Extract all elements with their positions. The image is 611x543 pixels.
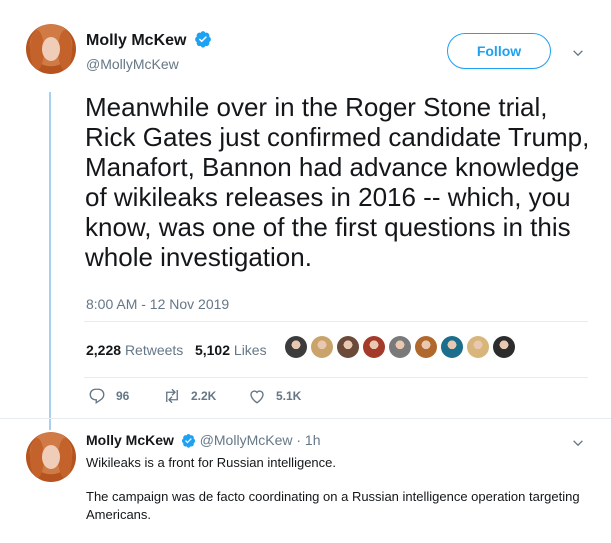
liker-avatar[interactable] bbox=[389, 336, 411, 358]
divider bbox=[84, 321, 588, 322]
liker-avatar[interactable] bbox=[311, 336, 333, 358]
follow-button[interactable]: Follow bbox=[447, 33, 551, 69]
reply-author-avatar[interactable] bbox=[26, 432, 76, 482]
reply-text-line: Wikileaks is a front for Russian intelli… bbox=[86, 455, 336, 470]
engagement-stats: 2,228 Retweets 5,102 Likes bbox=[86, 342, 267, 358]
reply-text-line: The campaign was de facto coordinating o… bbox=[86, 489, 580, 522]
reply-header: Molly McKew @MollyMcKew · 1h bbox=[86, 432, 320, 448]
like-action[interactable]: 5.1K bbox=[248, 387, 301, 405]
divider bbox=[0, 418, 611, 419]
reply-author-name[interactable]: Molly McKew bbox=[86, 432, 174, 448]
reply-text: Wikileaks is a front for Russian intelli… bbox=[86, 454, 586, 540]
like-icon bbox=[250, 390, 264, 404]
like-count: 5.1K bbox=[276, 389, 302, 403]
author-avatar[interactable] bbox=[26, 24, 76, 74]
divider bbox=[84, 377, 588, 378]
chevron-down-icon[interactable] bbox=[571, 436, 585, 450]
verified-badge-icon bbox=[195, 31, 211, 48]
chevron-down-icon[interactable] bbox=[571, 46, 585, 60]
liker-avatar[interactable] bbox=[493, 336, 515, 358]
reply-count: 96 bbox=[116, 389, 130, 403]
liker-avatar[interactable] bbox=[467, 336, 489, 358]
liker-avatar[interactable] bbox=[363, 336, 385, 358]
author-name[interactable]: Molly McKew bbox=[86, 32, 186, 49]
liker-avatar[interactable] bbox=[285, 336, 307, 358]
retweets-stat[interactable]: 2,228 Retweets bbox=[86, 342, 183, 358]
reply-icon bbox=[89, 388, 105, 405]
likes-stat[interactable]: 5,102 Likes bbox=[195, 342, 267, 358]
retweets-count: 2,228 bbox=[86, 342, 122, 358]
likes-count: 5,102 bbox=[194, 342, 231, 358]
retweets-label: Retweets bbox=[124, 342, 184, 358]
retweet-icon bbox=[166, 388, 178, 404]
likes-label: Likes bbox=[233, 342, 267, 358]
retweet-action[interactable]: 2.2K bbox=[163, 387, 216, 405]
reply-action[interactable]: 96 bbox=[88, 387, 129, 405]
liker-avatar[interactable] bbox=[415, 336, 437, 358]
tweet-timestamp[interactable]: 8:00 AM - 12 Nov 2019 bbox=[86, 296, 229, 312]
reply-time[interactable]: · 1h bbox=[296, 432, 320, 448]
likers-avatars[interactable] bbox=[285, 336, 515, 358]
author-name-row[interactable]: Molly McKew bbox=[86, 30, 212, 50]
reply-author-handle[interactable]: @MollyMcKew bbox=[200, 432, 293, 448]
verified-badge-icon bbox=[181, 433, 195, 448]
liker-avatar[interactable] bbox=[441, 336, 463, 358]
liker-avatar[interactable] bbox=[337, 336, 359, 358]
thread-connector-line bbox=[49, 92, 51, 430]
tweet-text: Meanwhile over in the Roger Stone trial,… bbox=[85, 92, 590, 272]
retweet-count: 2.2K bbox=[191, 389, 217, 403]
author-handle[interactable]: @MollyMcKew bbox=[86, 56, 179, 72]
